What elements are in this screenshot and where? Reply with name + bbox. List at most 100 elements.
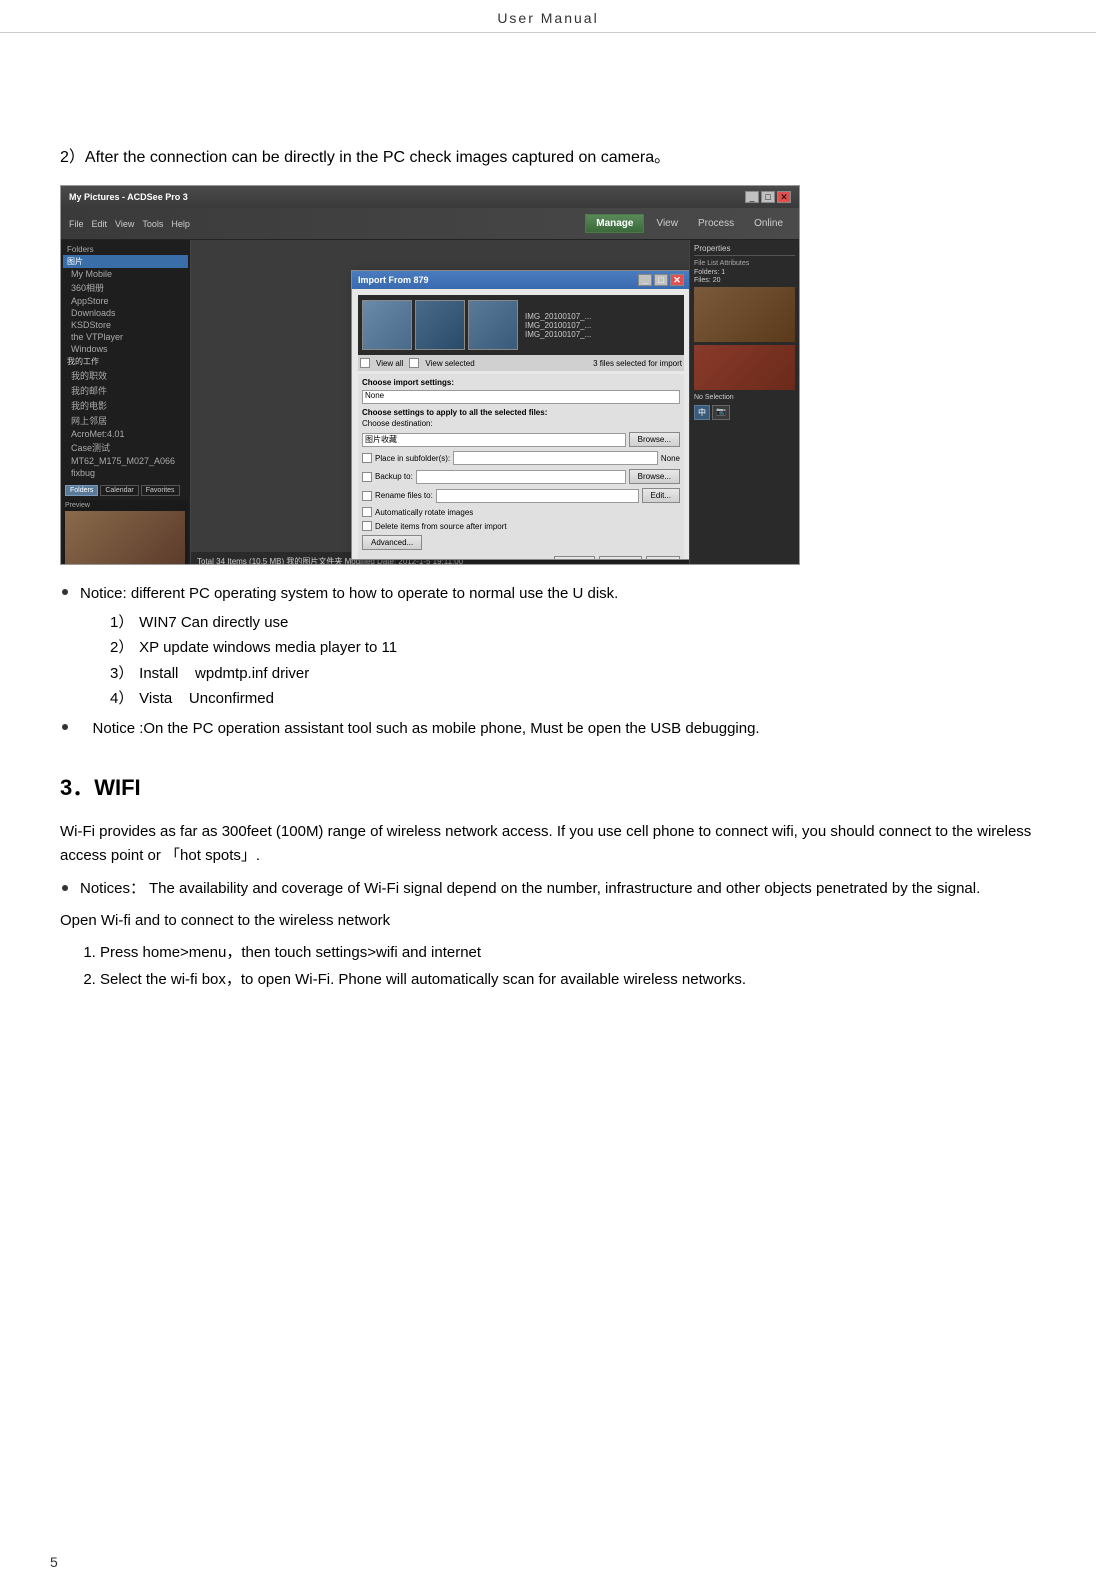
import-btn[interactable]: Import — [554, 556, 595, 559]
rename-label: Rename files to: — [375, 491, 433, 500]
dest-settings-label: Choose settings to apply to all the sele… — [362, 408, 680, 417]
sub-num-2: 2） — [110, 635, 135, 661]
win-controls[interactable]: _ □ ✕ — [745, 191, 791, 203]
menu-edit[interactable]: Edit — [92, 219, 108, 229]
right-panel: Properties File List Attributes Folders:… — [689, 240, 799, 565]
sidebar-fixbug[interactable]: fixbug — [63, 467, 188, 479]
manage-button[interactable]: Manage — [585, 214, 644, 233]
wifi-step-2-text: Select the wi-fi box，to open Wi-Fi. Phon… — [100, 971, 746, 988]
sidebar-cloud[interactable]: 网上邻居 — [63, 413, 188, 428]
browse-btn-2[interactable]: Browse... — [629, 469, 680, 484]
backup-check[interactable] — [362, 472, 372, 482]
backup-row: Backup to: Browse... — [362, 469, 680, 484]
autorotate-check[interactable] — [362, 507, 372, 517]
dest-input[interactable]: 图片收藏 — [362, 433, 626, 447]
rename-check[interactable] — [362, 491, 372, 501]
sidebar-mt6m[interactable]: MT62_M175_M027_A066 — [63, 455, 188, 467]
tab-folders[interactable]: Folders — [65, 485, 98, 496]
sidebar-ksd[interactable]: KSDStore — [63, 319, 188, 331]
maximize-btn[interactable]: □ — [761, 191, 775, 203]
delete-check[interactable] — [362, 521, 372, 531]
sidebar-mymail[interactable]: 我的邮件 — [63, 383, 188, 398]
dialog-win-controls[interactable]: _ □ ✕ — [638, 274, 684, 286]
minimize-btn[interactable]: _ — [745, 191, 759, 203]
rename-input[interactable] — [436, 489, 639, 503]
menu-tools[interactable]: Tools — [142, 219, 163, 229]
menu-help[interactable]: Help — [171, 219, 190, 229]
viewsel-check[interactable] — [409, 358, 419, 368]
sidebar-mywork[interactable]: 我的工作 — [63, 355, 188, 368]
subfolder-row: Place in subfolder(s): None — [362, 451, 680, 465]
sidebar-case[interactable]: Case测试 — [63, 440, 188, 455]
settings-row: None — [362, 390, 680, 404]
sub-num-3: 3） — [110, 661, 135, 687]
subfolder-check[interactable] — [362, 453, 372, 463]
subfolder-input[interactable] — [453, 451, 658, 465]
dialog-max[interactable]: □ — [654, 274, 668, 286]
sub-item-2: 2） XP update windows media player to 11 — [110, 635, 1036, 661]
screenshot-box: My Pictures - ACDSee Pro 3 _ □ ✕ File Ed… — [60, 185, 800, 565]
dialog-titlebar: Import From 879 _ □ ✕ — [352, 271, 689, 289]
settings-label: Choose import settings: — [362, 378, 680, 387]
thumb-1 — [362, 300, 412, 350]
sub-num-4: 4） — [110, 686, 135, 712]
process-button[interactable]: Process — [690, 215, 742, 232]
properties-title: Properties — [694, 244, 795, 256]
sidebar-mobile[interactable]: My Mobile — [63, 268, 188, 280]
sidebar-tabs: Folders Calendar Favorites — [63, 483, 188, 498]
wifi-bullet-dot — [62, 885, 68, 891]
online-button[interactable]: Online — [746, 215, 791, 232]
page-number: 5 — [50, 1554, 58, 1570]
sidebar-windows[interactable]: Windows — [63, 343, 188, 355]
sidebar-myjob[interactable]: 我的职效 — [63, 368, 188, 383]
dialog-content: IMG_20100107_... IMG_20100107_... IMG_20… — [352, 289, 689, 559]
sidebar-mypics[interactable]: 图片 — [63, 255, 188, 268]
tab-favorites[interactable]: Favorites — [141, 485, 180, 496]
wifi-notices-label: Notices： — [80, 880, 145, 897]
sub-num-1: 1） — [110, 610, 135, 636]
sidebar-folders: Folders — [63, 244, 188, 255]
sidebar-downloads[interactable]: Downloads — [63, 307, 188, 319]
wifi-step-1: Press home>menu，then touch settings>wifi… — [100, 939, 1036, 966]
import-dialog[interactable]: Import From 879 _ □ ✕ — [351, 270, 689, 560]
wifi-notice-content: Notices： The availability and coverage o… — [80, 878, 980, 901]
menu-file[interactable]: File — [69, 219, 84, 229]
files-count-label: 3 files selected for import — [593, 359, 682, 368]
wifi-steps: Press home>menu，then touch settings>wifi… — [60, 939, 1036, 993]
help-btn[interactable]: Help — [646, 556, 680, 559]
edit-btn[interactable]: Edit... — [642, 488, 680, 503]
wifi-section: 3．WIFI Wi-Fi provides as far as 300feet … — [60, 770, 1036, 993]
sidebar-360[interactable]: 360相册 — [63, 280, 188, 295]
settings-dropdown[interactable]: None — [362, 390, 680, 404]
dialog-close[interactable]: ✕ — [670, 274, 684, 286]
sidebar-myfavorite[interactable]: 我的电影 — [63, 398, 188, 413]
sidebar-acdsee[interactable]: AcroMet:4.01 — [63, 428, 188, 440]
page-number-text: 5 — [50, 1554, 58, 1570]
menu-view[interactable]: View — [115, 219, 134, 229]
backup-input[interactable] — [416, 470, 626, 484]
no-selection-label: No Selection — [694, 394, 795, 401]
close-btn[interactable]: ✕ — [777, 191, 791, 203]
sub-item-4: 4） Vista Unconfirmed — [110, 686, 1036, 712]
sub-list: 1） WIN7 Can directly use 2） XP update wi… — [80, 610, 1036, 712]
advanced-btn[interactable]: Advanced... — [362, 535, 422, 550]
viewall-check[interactable] — [360, 358, 370, 368]
acdsee-top-bar: My Pictures - ACDSee Pro 3 _ □ ✕ — [61, 186, 799, 208]
cancel-btn[interactable]: Cancel — [599, 556, 642, 559]
sidebar-appstore[interactable]: AppStore — [63, 295, 188, 307]
dialog-min[interactable]: _ — [638, 274, 652, 286]
camera-icon[interactable]: 📷 — [712, 405, 730, 420]
wifi-title: 3．WIFI — [60, 770, 1036, 802]
sub-text-2: XP update windows media player to 11 — [139, 639, 397, 656]
backup-label: Backup to: — [375, 472, 413, 481]
wifi-notices-text: The availability and coverage of Wi-Fi s… — [149, 880, 980, 897]
zh-btn[interactable]: 中 — [694, 405, 710, 420]
notice-text: Notice: different PC operating system to… — [80, 583, 1036, 712]
dialog-title: Import From 879 — [358, 275, 429, 285]
browse-btn[interactable]: Browse... — [629, 432, 680, 447]
file-list-label: File List Attributes — [694, 260, 795, 267]
sidebar-player[interactable]: the VTPlayer — [63, 331, 188, 343]
tab-calendar[interactable]: Calendar — [100, 485, 138, 496]
notice-item: Notice: different PC operating system to… — [60, 583, 1036, 712]
view-button[interactable]: View — [648, 215, 686, 232]
